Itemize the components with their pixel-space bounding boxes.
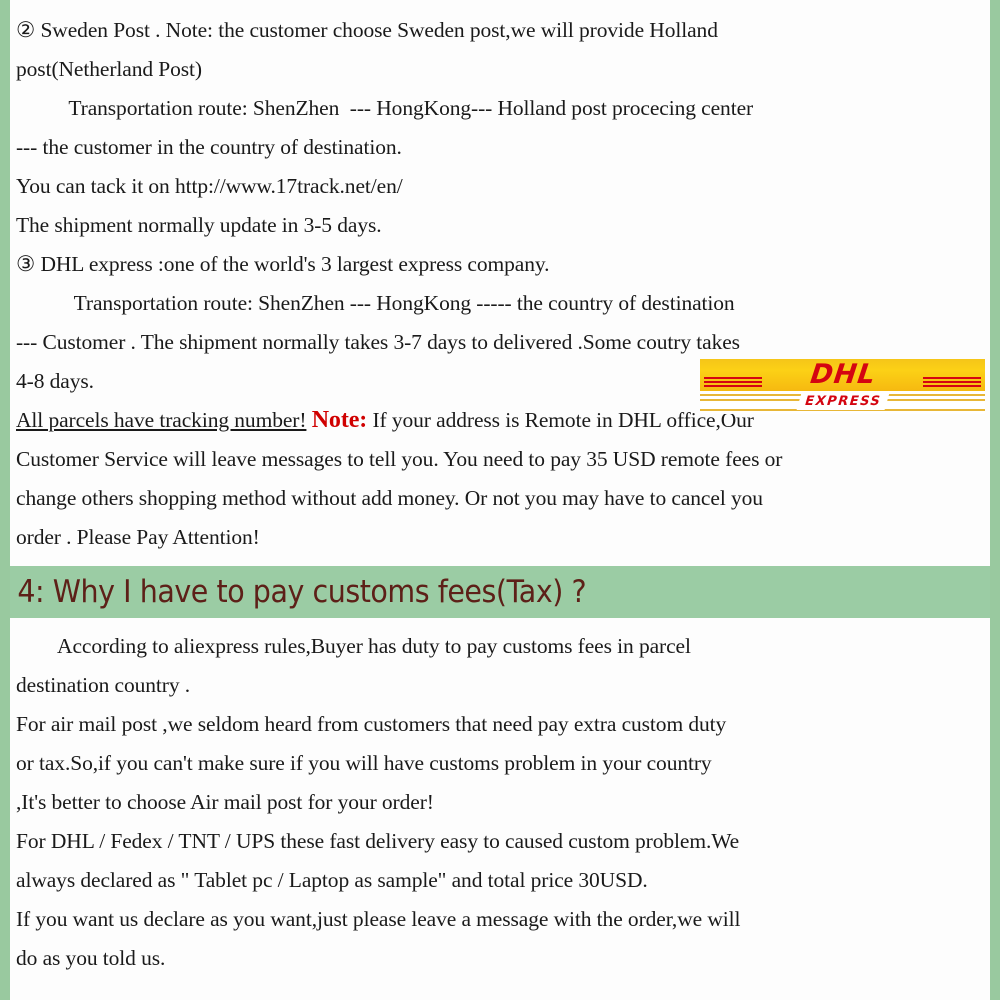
faq-page: ② Sweden Post . Note: the customer choos… [0, 0, 1000, 1000]
dhl-logo-yellow-bar: DHL [700, 359, 985, 391]
dhl-streak-right-2 [923, 381, 981, 384]
customs-section-heading: 4: Why I have to pay customs fees(Tax) ? [10, 566, 990, 618]
customs-line-3: For air mail post ,we seldom heard from … [16, 712, 727, 736]
sweden-post-update-time: The shipment normally update in 3-5 days… [16, 213, 382, 237]
tracking-note-line-2: Customer Service will leave messages to … [16, 447, 783, 471]
shipping-methods-section: ② Sweden Post . Note: the customer choos… [10, 0, 990, 557]
customs-line-5: ,It's better to choose Air mail post for… [16, 790, 434, 814]
dhl-streak-right-3 [923, 385, 981, 388]
note-label: Note: [311, 407, 368, 433]
dhl-streak-left-3 [704, 385, 762, 388]
customs-heading-text: 4: Why I have to pay customs fees(Tax) ? [17, 574, 587, 610]
tracking-note-line-4: order . Please Pay Attention! [16, 525, 260, 549]
dhl-streak-left-2 [704, 381, 762, 384]
tracking-number-statement: All parcels have tracking number! [16, 408, 307, 432]
dhl-express-line-1: ③ DHL express :one of the world's 3 larg… [16, 252, 550, 276]
customs-line-7: always declared as " Tablet pc / Laptop … [16, 868, 648, 892]
dhl-streak-right-1 [923, 377, 981, 380]
sweden-post-line-1: ② Sweden Post . Note: the customer choos… [16, 18, 718, 42]
dhl-streak-left-1 [704, 377, 762, 380]
customs-line-8: If you want us declare as you want,just … [16, 907, 741, 931]
dhl-express-route: Transportation route: ShenZhen --- HongK… [16, 291, 735, 315]
customs-line-9: do as you told us. [16, 946, 166, 970]
sweden-post-route: Transportation route: ShenZhen --- HongK… [16, 96, 754, 120]
dhl-wordmark: DHL [804, 359, 881, 390]
dhl-express-logo: DHL EXPRESS [700, 359, 985, 414]
dhl-express-delivery-time: --- Customer . The shipment normally tak… [16, 330, 740, 354]
customs-fees-section: According to aliexpress rules,Buyer has … [10, 618, 990, 978]
dhl-logo-express-band: EXPRESS [700, 391, 985, 414]
sweden-post-destination: --- the customer in the country of desti… [16, 135, 402, 159]
dhl-express-text: EXPRESS [796, 393, 889, 410]
note-remainder: If your address is Remote in DHL office,… [367, 408, 754, 432]
sweden-post-line-2: post(Netherland Post) [16, 57, 202, 81]
customs-line-6: For DHL / Fedex / TNT / UPS these fast d… [16, 829, 740, 853]
customs-line-1: According to aliexpress rules,Buyer has … [16, 634, 691, 658]
tracking-note-line-3: change others shopping method without ad… [16, 486, 763, 510]
sweden-post-tracking-url: You can tack it on http://www.17track.ne… [16, 174, 403, 198]
customs-line-2: destination country . [16, 673, 191, 697]
customs-line-4: or tax.So,if you can't make sure if you … [16, 751, 712, 775]
